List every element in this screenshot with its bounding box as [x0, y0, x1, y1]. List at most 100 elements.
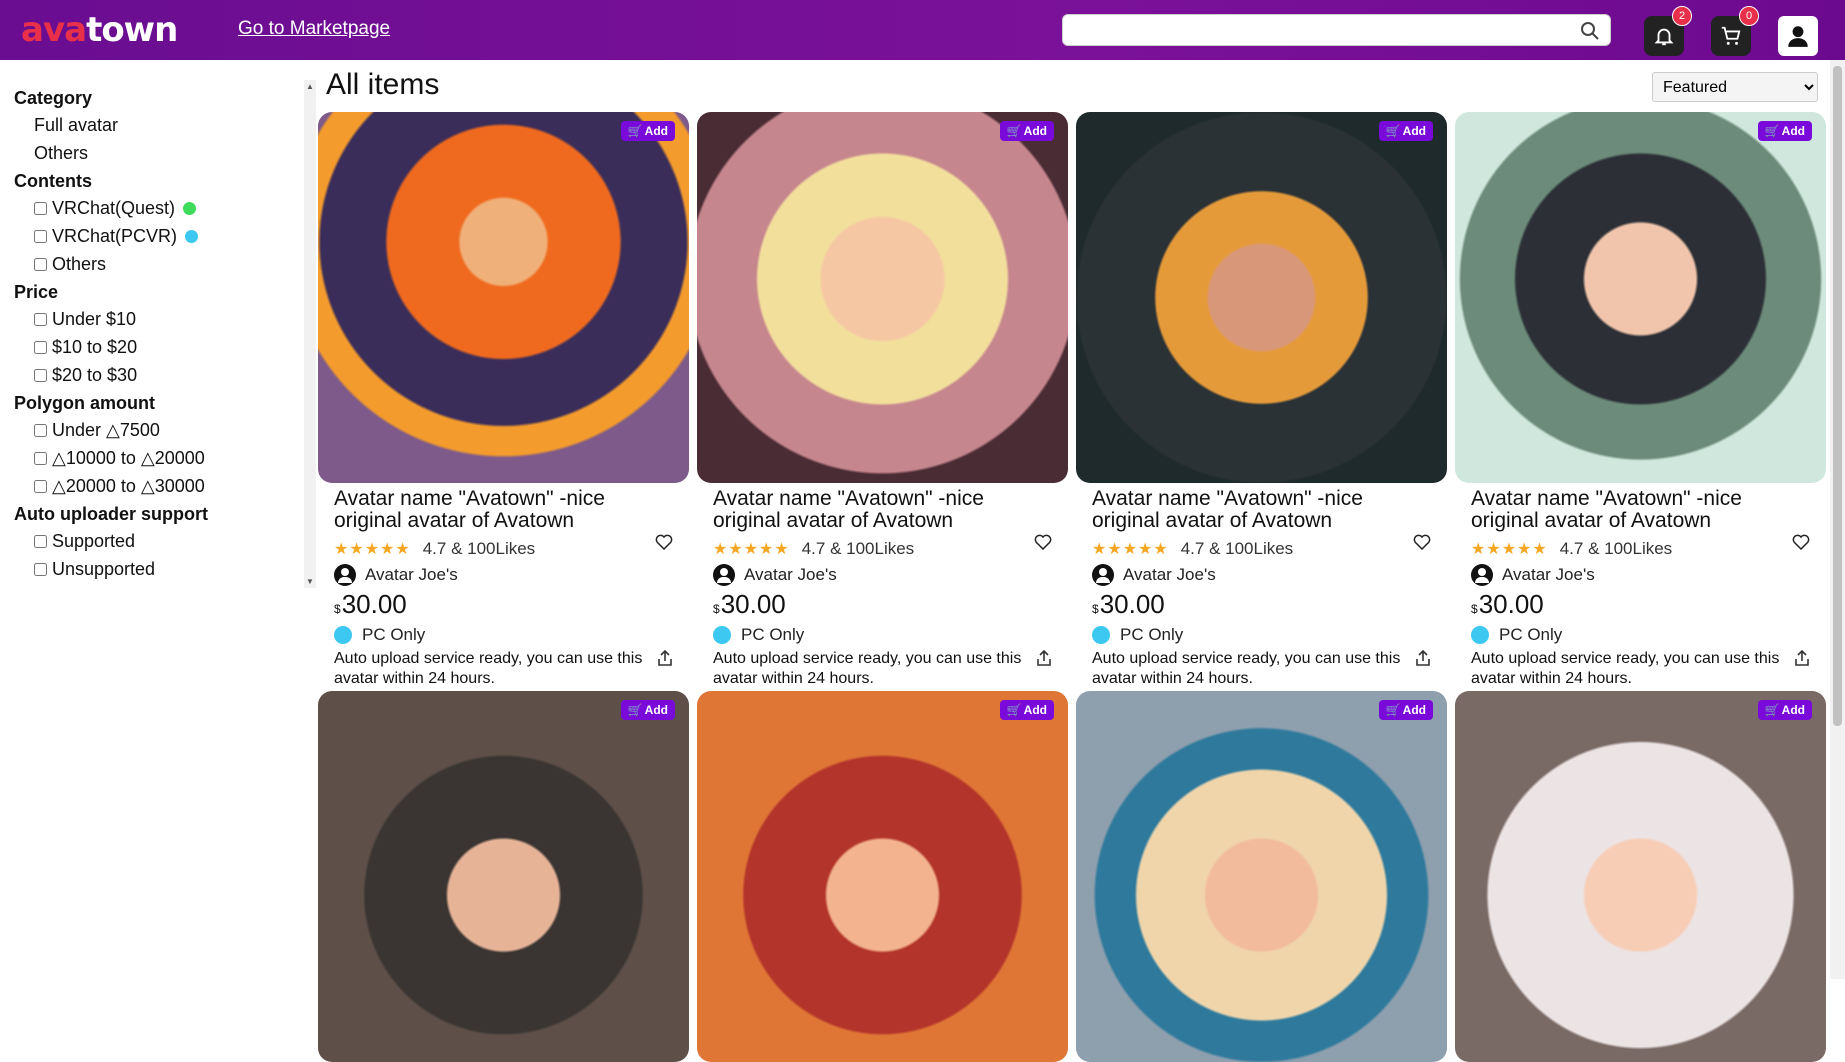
avatown-logo[interactable]: ava town: [21, 10, 178, 50]
avatar-image[interactable]: 🛒 Add: [318, 112, 689, 483]
add-to-cart-button[interactable]: 🛒 Add: [1757, 700, 1812, 720]
poly-under-7500-checkbox[interactable]: [34, 424, 47, 437]
filter-price-20-30[interactable]: $20 to $30: [14, 365, 300, 386]
product-card[interactable]: 🛒 Add Avatar name "Avatown" -nice origina…: [1076, 112, 1447, 687]
upload-note: Auto upload service ready, you can use t…: [334, 650, 643, 687]
add-to-cart-button[interactable]: 🛒 Add: [1378, 121, 1433, 141]
poly-10000-20000-checkbox[interactable]: [34, 452, 47, 465]
product-card[interactable]: 🛒 Add Avatar name "Avatown" -nice origina…: [697, 112, 1068, 687]
scroll-up-arrow-icon[interactable]: ▲: [306, 82, 314, 91]
pc-dot-icon: [1471, 626, 1489, 644]
platform-row: PC Only: [713, 625, 1068, 645]
seller-avatar-icon: [1092, 564, 1114, 586]
pc-dot-icon: [1092, 626, 1110, 644]
avatar-image[interactable]: 🛒 Add: [697, 691, 1068, 1062]
filter-poly-under-7500[interactable]: Under △7500: [14, 420, 300, 441]
filter-unsupported[interactable]: Unsupported: [14, 559, 300, 580]
seller-row[interactable]: Avatar Joe's: [334, 564, 689, 586]
avatar-image[interactable]: 🛒 Add: [1455, 112, 1826, 483]
filter-poly-10000-20000[interactable]: △10000 to △20000: [14, 448, 300, 469]
account-button[interactable]: [1778, 16, 1818, 56]
vrchat-quest-checkbox[interactable]: [34, 202, 47, 215]
search-icon[interactable]: [1580, 21, 1600, 46]
add-to-cart-button[interactable]: 🛒 Add: [620, 700, 675, 720]
cart-icon: 🛒: [1764, 703, 1780, 717]
filter-price-10-20[interactable]: $10 to $20: [14, 337, 300, 358]
scroll-down-arrow-icon[interactable]: ▼: [306, 577, 314, 586]
page-title: All items: [326, 68, 440, 101]
avatar-image[interactable]: 🛒 Add: [697, 112, 1068, 483]
add-to-cart-button[interactable]: 🛒 Add: [620, 121, 675, 141]
seller-row[interactable]: Avatar Joe's: [1471, 564, 1826, 586]
user-icon: [1788, 26, 1808, 47]
supported-checkbox[interactable]: [34, 535, 47, 548]
go-to-marketpage-link[interactable]: Go to Marketpage: [238, 18, 390, 40]
contents-others-checkbox[interactable]: [34, 258, 47, 271]
share-icon[interactable]: [1036, 649, 1052, 672]
filter-vrchat-pcvr[interactable]: VRChat(PCVR): [14, 226, 300, 247]
cart-button[interactable]: 0: [1711, 6, 1759, 56]
cart-badge: 0: [1739, 6, 1759, 26]
sort-select[interactable]: Featured: [1652, 72, 1818, 102]
avatar-image[interactable]: 🛒 Add: [1076, 691, 1447, 1062]
add-to-cart-button[interactable]: 🛒 Add: [1378, 700, 1433, 720]
product-title[interactable]: Avatar name "Avatown" -nice original ava…: [713, 488, 1023, 532]
seller-avatar-icon: [334, 564, 356, 586]
platform-row: PC Only: [1092, 625, 1447, 645]
category-full-avatar[interactable]: Full avatar: [14, 115, 300, 136]
platform-row: PC Only: [334, 625, 689, 645]
star-rating-icon: ★★★★★: [1471, 541, 1548, 558]
star-rating-icon: ★★★★★: [334, 541, 411, 558]
add-to-cart-button[interactable]: 🛒 Add: [999, 700, 1054, 720]
product-card[interactable]: 🛒 Add: [318, 691, 689, 1062]
category-heading: Category: [14, 88, 93, 108]
search-input[interactable]: [1063, 15, 1563, 45]
add-to-cart-button[interactable]: 🛒 Add: [999, 121, 1054, 141]
avatar-image[interactable]: 🛒 Add: [1076, 112, 1447, 483]
filter-contents-others[interactable]: Others: [14, 254, 300, 275]
like-heart-icon[interactable]: [655, 533, 673, 555]
product-title[interactable]: Avatar name "Avatown" -nice original ava…: [1471, 488, 1781, 532]
filter-vrchat-quest[interactable]: VRChat(Quest): [14, 198, 300, 219]
price: $30.00: [1092, 589, 1165, 619]
filter-price-under-10[interactable]: Under $10: [14, 309, 300, 330]
category-others[interactable]: Others: [14, 143, 300, 164]
seller-avatar-icon: [713, 564, 735, 586]
avatar-image[interactable]: 🛒 Add: [1455, 691, 1826, 1062]
product-card[interactable]: 🛒 Add Avatar name "Avatown" -nice origina…: [1455, 112, 1826, 687]
price-heading: Price: [14, 282, 59, 302]
avatar-image[interactable]: 🛒 Add: [318, 691, 689, 1062]
page-scrollbar[interactable]: [1830, 60, 1845, 979]
share-icon[interactable]: [1415, 649, 1431, 672]
product-card[interactable]: 🛒 Add Avatar name "Avatown" -nice origina…: [318, 112, 689, 687]
rating-row: ★★★★★ 4.7 & 100Likes: [713, 539, 915, 558]
price-10-20-checkbox[interactable]: [34, 341, 47, 354]
like-heart-icon[interactable]: [1792, 533, 1810, 555]
filter-poly-20000-30000[interactable]: △20000 to △30000: [14, 476, 300, 497]
product-card[interactable]: 🛒 Add: [697, 691, 1068, 1062]
cart-icon: 🛒: [627, 124, 643, 138]
seller-row[interactable]: Avatar Joe's: [713, 564, 1068, 586]
share-icon[interactable]: [1794, 649, 1810, 672]
rating-row: ★★★★★ 4.7 & 100Likes: [1471, 539, 1673, 558]
product-title[interactable]: Avatar name "Avatown" -nice original ava…: [334, 488, 644, 532]
product-card[interactable]: 🛒 Add: [1076, 691, 1447, 1062]
add-to-cart-button[interactable]: 🛒 Add: [1757, 121, 1812, 141]
seller-row[interactable]: Avatar Joe's: [1092, 564, 1447, 586]
poly-20000-30000-checkbox[interactable]: [34, 480, 47, 493]
unsupported-checkbox[interactable]: [34, 563, 47, 576]
like-heart-icon[interactable]: [1413, 533, 1431, 555]
sidebar-scrollbar[interactable]: ▲ ▼: [304, 80, 316, 588]
share-icon[interactable]: [657, 649, 673, 672]
like-heart-icon[interactable]: [1034, 533, 1052, 555]
price-under-10-checkbox[interactable]: [34, 313, 47, 326]
filter-supported[interactable]: Supported: [14, 531, 300, 552]
quest-color-dot: [183, 202, 197, 215]
vrchat-pcvr-checkbox[interactable]: [34, 230, 47, 243]
notifications-button[interactable]: 2: [1644, 6, 1692, 56]
price-20-30-checkbox[interactable]: [34, 369, 47, 382]
product-title[interactable]: Avatar name "Avatown" -nice original ava…: [1092, 488, 1402, 532]
star-rating-icon: ★★★★★: [1092, 541, 1169, 558]
product-card[interactable]: 🛒 Add: [1455, 691, 1826, 1062]
page-scroll-thumb[interactable]: [1833, 66, 1842, 726]
